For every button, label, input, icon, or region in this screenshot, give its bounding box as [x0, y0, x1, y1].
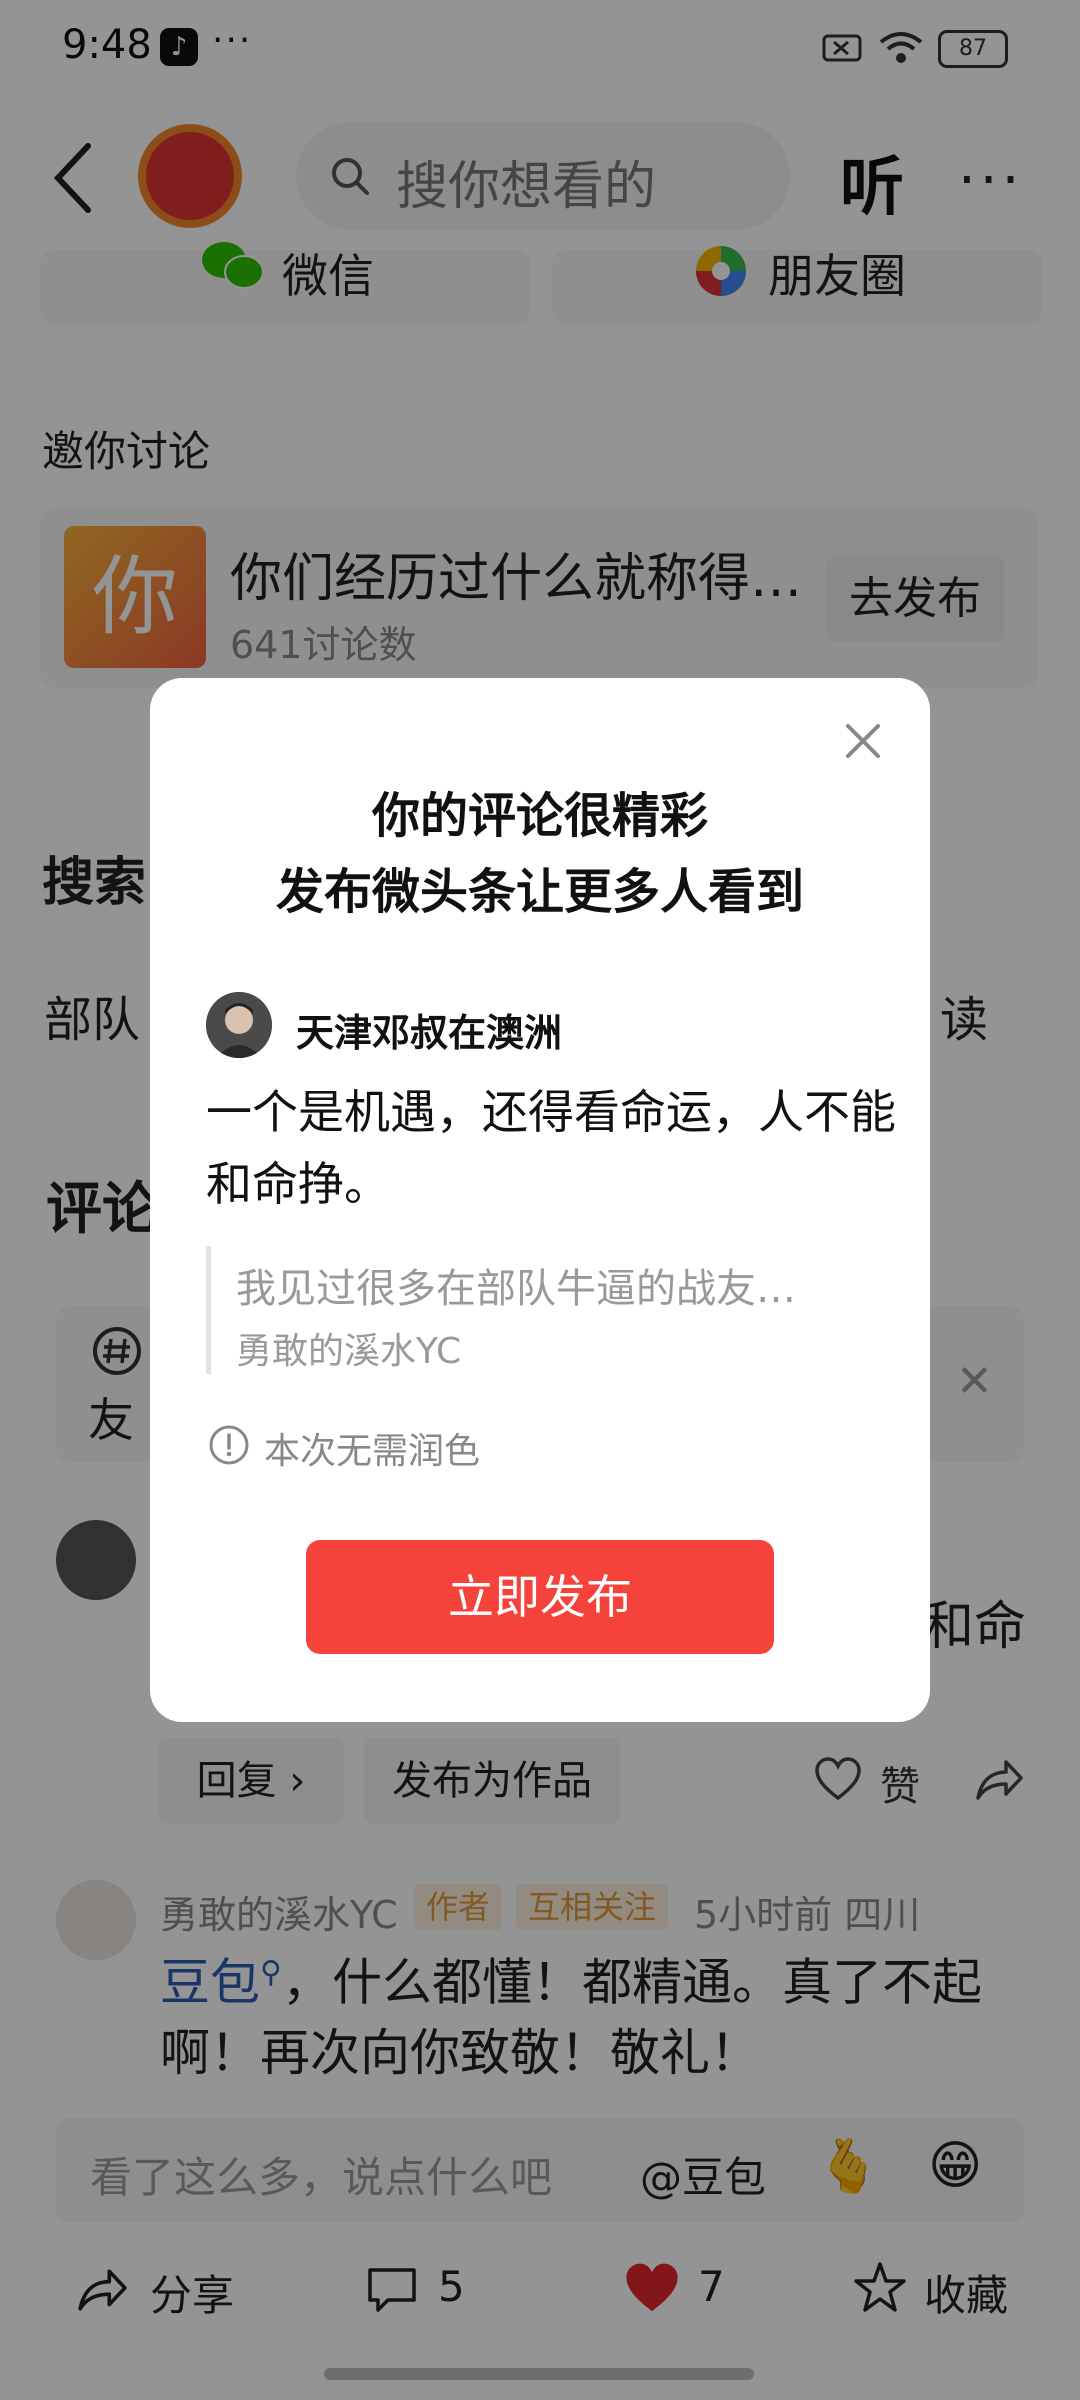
dialog-title-line2: 发布微头条让更多人看到	[275, 864, 804, 920]
dialog-title-line1: 你的评论很精彩	[371, 788, 708, 844]
avatar	[206, 992, 272, 1058]
quoted-comment-text: 我见过很多在部队牛逼的战友…	[236, 1266, 796, 1312]
user-photo-icon	[206, 992, 272, 1058]
close-icon[interactable]	[838, 716, 888, 766]
dialog-username: 天津邓叔在澳洲	[296, 1011, 563, 1055]
quoted-comment-author: 勇敢的溪水YC	[236, 1331, 462, 1372]
info-icon	[209, 1425, 249, 1465]
dialog-comment-text: 一个是机遇，还得看命运，人不能和命挣。	[206, 1085, 896, 1211]
polish-status-text: 本次无需润色	[264, 1431, 481, 1472]
publish-now-button[interactable]: 立即发布	[306, 1540, 774, 1654]
